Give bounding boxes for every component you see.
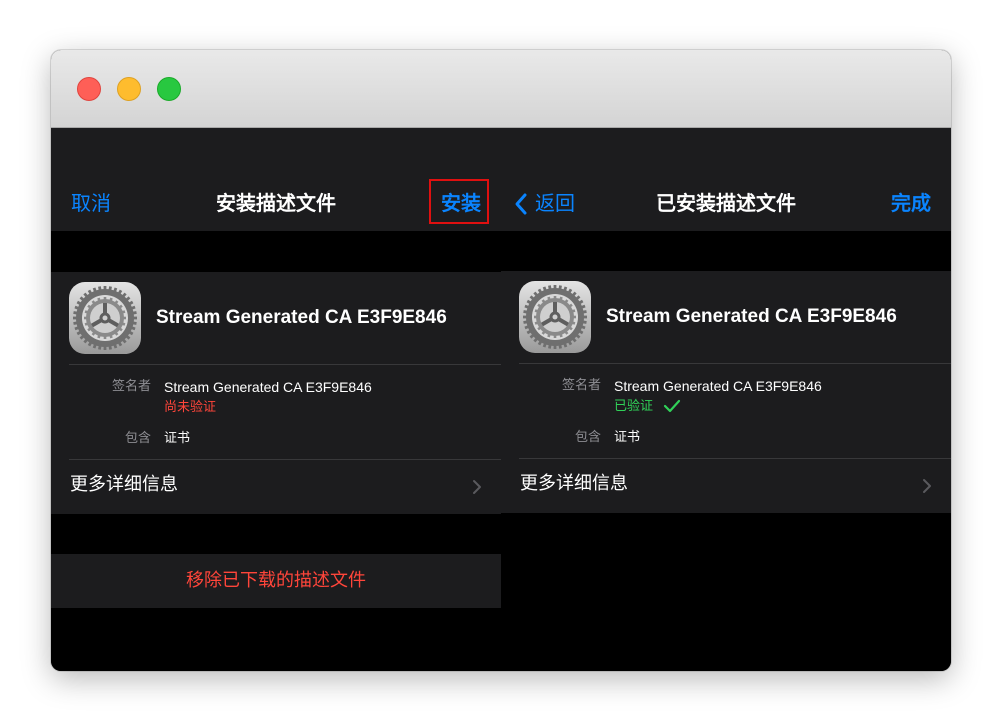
contains-value: 证书: [614, 430, 641, 445]
close-window-button[interactable]: [77, 77, 101, 101]
zoom-window-button[interactable]: [157, 77, 181, 101]
install-profile-screen: 取消 安装描述文件 安装 Stream Generated CA E3F9E84…: [51, 128, 501, 671]
signer-label: 签名者: [561, 378, 601, 393]
page-title: 已安装描述文件: [656, 191, 796, 215]
contains-label: 包含: [574, 430, 601, 445]
signer-label: 签名者: [111, 379, 151, 394]
page-title: 安装描述文件: [216, 191, 336, 215]
profile-card: Stream Generated CA E3F9E846 签名者 Stream …: [51, 272, 501, 514]
profile-card: Stream Generated CA E3F9E846 签名者 Stream …: [501, 271, 951, 513]
app-window: 取消 安装描述文件 安装 Stream Generated CA E3F9E84…: [51, 50, 951, 671]
install-button[interactable]: 安装: [441, 189, 481, 217]
more-details-row[interactable]: 更多详细信息: [501, 459, 951, 513]
more-details-row[interactable]: 更多详细信息: [51, 460, 501, 514]
minimize-window-button[interactable]: [117, 77, 141, 101]
navigation-bar: 返回 已安装描述文件 完成: [501, 128, 951, 231]
profile-name: Stream Generated CA E3F9E846: [606, 306, 897, 327]
more-details-label: 更多详细信息: [520, 473, 628, 494]
verification-status: 已验证: [614, 399, 654, 414]
profile-name: Stream Generated CA E3F9E846: [156, 307, 447, 328]
verification-status: 尚未验证: [164, 400, 217, 415]
window-titlebar: [51, 50, 951, 128]
contains-value: 证书: [164, 431, 191, 446]
more-details-label: 更多详细信息: [70, 474, 178, 495]
divider: [519, 363, 951, 364]
divider: [69, 364, 501, 365]
settings-gear-icon: [69, 282, 141, 354]
settings-gear-icon: [519, 281, 591, 353]
chevron-right-icon: [473, 480, 481, 494]
navigation-bar: 取消 安装描述文件 安装: [51, 128, 501, 231]
signer-value: Stream Generated CA E3F9E846: [164, 379, 372, 395]
checkmark-icon: [663, 399, 681, 413]
signer-value: Stream Generated CA E3F9E846: [614, 378, 822, 394]
chevron-right-icon: [923, 479, 931, 493]
remove-downloaded-profile-button[interactable]: 移除已下载的描述文件: [51, 554, 501, 608]
done-button[interactable]: 完成: [891, 189, 931, 217]
contains-label: 包含: [124, 431, 151, 446]
installed-profile-screen: 返回 已安装描述文件 完成 Stream Generated CA E3F9E8…: [501, 128, 951, 671]
